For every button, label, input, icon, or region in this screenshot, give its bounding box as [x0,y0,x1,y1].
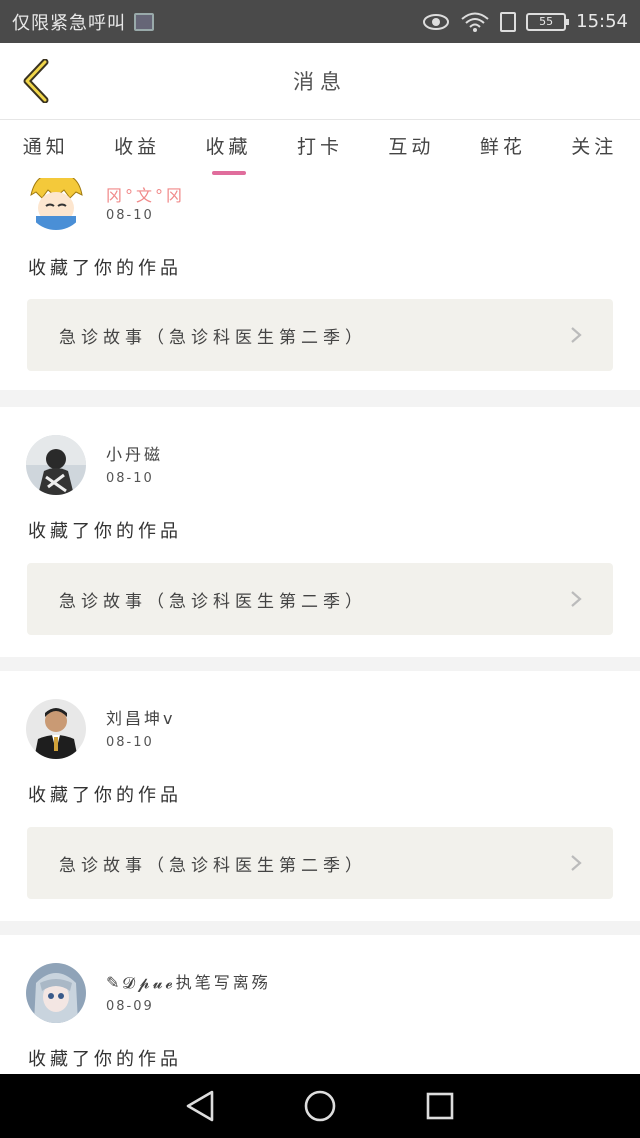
action-text: 收藏了你的作品 [28,521,182,542]
tab-notice[interactable]: 通知 [0,120,91,178]
nav-home-button[interactable] [298,1084,342,1128]
work-title: 急诊故事（急诊科医生第二季） [59,855,367,876]
tab-flowers[interactable]: 鲜花 [457,120,548,178]
avatar[interactable] [26,963,86,1023]
avatar-photo-icon [26,699,86,759]
avatar-anime-icon [26,963,86,1023]
status-left: 仅限紧急呼叫 [12,9,154,35]
avatar[interactable] [26,178,86,230]
work-link[interactable]: 急诊故事（急诊科医生第二季） [27,827,613,899]
system-nav-bar [0,1074,640,1138]
tab-follow[interactable]: 关注 [549,120,640,178]
tab-bar: 通知 收益 收藏 打卡 互动 鲜花 关注 [0,120,640,178]
wifi-icon [461,12,489,32]
carrier-text: 仅限紧急呼叫 [12,12,126,34]
notification-card: 冈°文°冈 08-10 收藏了你的作品 急诊故事（急诊科医生第二季） [0,178,640,390]
chevron-right-icon [571,327,582,343]
sim-icon [500,11,517,32]
header: 消息 [0,43,640,120]
action-text: 收藏了你的作品 [28,258,182,279]
notification-card: ✎𝓓𝓹𝓾𝓮执笔写离殇 08-09 收藏了你的作品 [0,935,640,1074]
chevron-right-icon [571,591,582,607]
triangle-back-icon [186,1090,214,1122]
notification-card: 小丹磁 08-10 收藏了你的作品 急诊故事（急诊科医生第二季） [0,407,640,657]
notification-date: 08-09 [106,999,154,1014]
user-name[interactable]: 冈°文°冈 [106,182,185,206]
back-button[interactable] [14,57,58,105]
tab-interaction[interactable]: 互动 [366,120,457,178]
notification-date: 08-10 [106,735,154,750]
user-name[interactable]: 刘昌坤v [106,705,175,729]
tab-favorites[interactable]: 收藏 [183,120,274,178]
back-chevron-icon [23,59,49,103]
status-right: 55 15:54 [422,11,628,33]
status-bar: 仅限紧急呼叫 55 15:54 [0,0,640,43]
avatar-photo-icon [26,435,86,495]
nav-recents-button[interactable] [418,1084,462,1128]
square-recents-icon [426,1092,454,1120]
tab-checkin[interactable]: 打卡 [274,120,365,178]
work-title: 急诊故事（急诊科医生第二季） [59,591,367,612]
clock: 15:54 [576,11,628,32]
circle-home-icon [304,1090,336,1122]
notification-date: 08-10 [106,208,154,223]
avatar[interactable] [26,699,86,759]
work-link[interactable]: 急诊故事（急诊科医生第二季） [27,563,613,635]
user-name[interactable]: ✎𝓓𝓹𝓾𝓮执笔写离殇 [106,969,271,993]
notification-date: 08-10 [106,471,154,486]
avatar[interactable] [26,435,86,495]
page-title: 消息 [293,70,347,94]
battery-icon: 55 [526,12,570,31]
chevron-right-icon [571,855,582,871]
gallery-notification-icon [134,12,154,31]
tab-earnings[interactable]: 收益 [91,120,182,178]
eye-icon [423,13,450,30]
action-text: 收藏了你的作品 [28,785,182,806]
work-title: 急诊故事（急诊科医生第二季） [59,327,367,348]
work-link[interactable]: 急诊故事（急诊科医生第二季） [27,299,613,371]
action-text: 收藏了你的作品 [28,1049,182,1070]
user-name[interactable]: 小丹磁 [106,441,163,465]
notification-list[interactable]: 冈°文°冈 08-10 收藏了你的作品 急诊故事（急诊科医生第二季） 小丹磁 0… [0,178,640,1074]
nav-back-button[interactable] [178,1084,222,1128]
avatar-cartoon-icon [26,178,86,230]
notification-card: 刘昌坤v 08-10 收藏了你的作品 急诊故事（急诊科医生第二季） [0,671,640,921]
